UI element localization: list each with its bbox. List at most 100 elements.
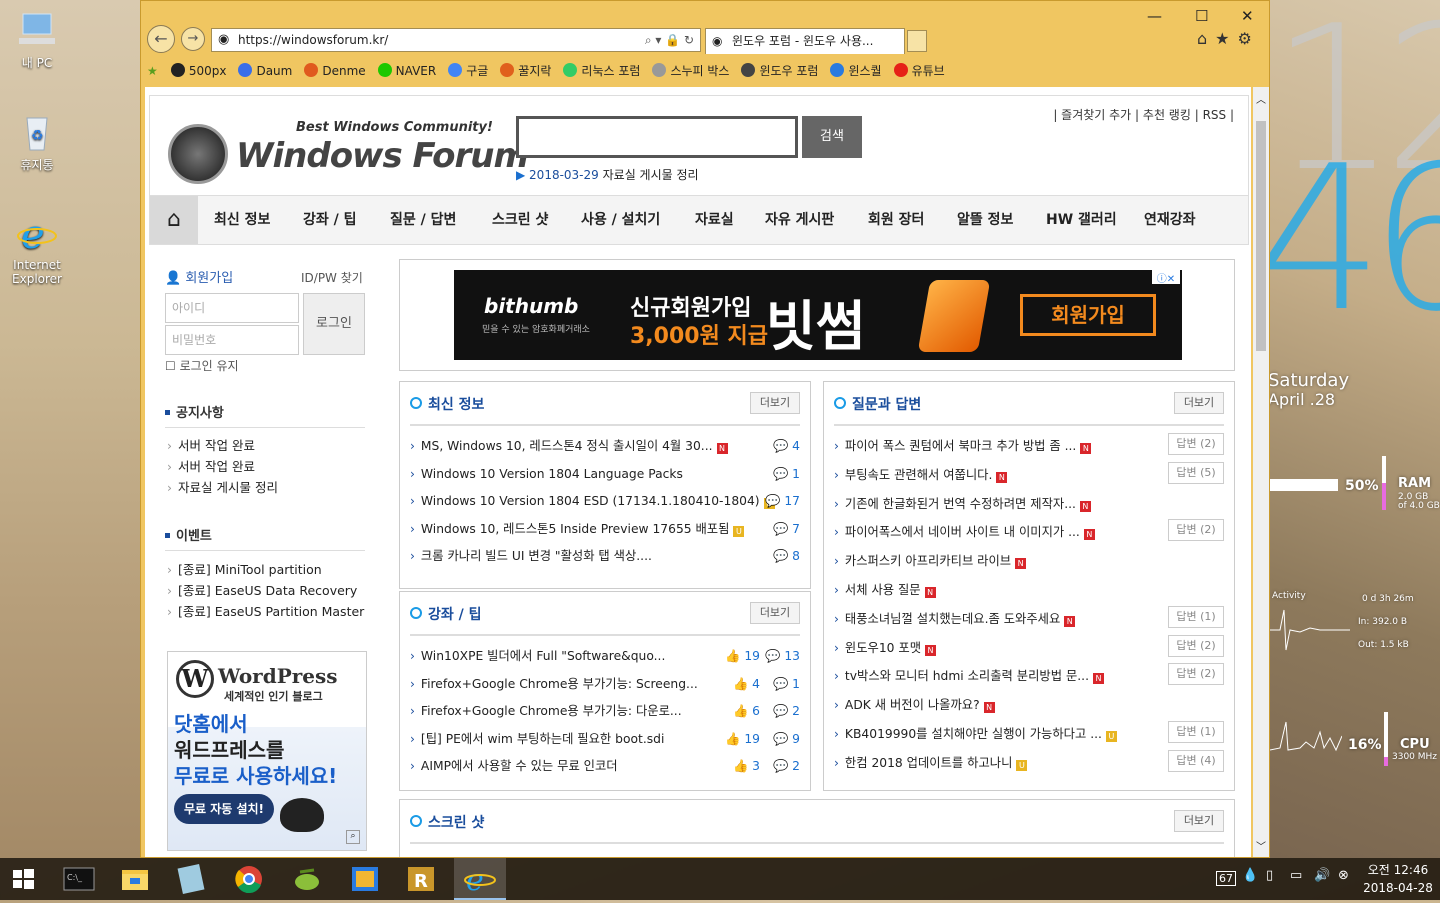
back-button[interactable]: ← [147, 25, 175, 53]
qa-row[interactable]: tv박스와 모니터 hdmi 소리출력 분리방법 문...N 답변 (2) [834, 663, 1224, 686]
vertical-scrollbar[interactable]: ︿ ﹀ [1253, 87, 1269, 857]
scroll-up-icon[interactable]: ︿ [1256, 91, 1266, 106]
bithumb-banner[interactable]: bithumb 믿을 수 있는 암호화폐거래소 신규회원가입 3,000원 지급… [454, 270, 1182, 360]
menu-deals[interactable]: 알뜰 정보 [957, 196, 1013, 244]
scroll-thumb[interactable] [1256, 121, 1266, 351]
event-item[interactable]: [종료] EaseUS Partition Master [167, 601, 364, 620]
qa-title[interactable]: 질문과 답변 [834, 394, 921, 414]
notice-item[interactable]: 서버 작업 완료 [167, 456, 255, 475]
toplink-ranking[interactable]: 추천 랭킹 [1143, 108, 1191, 122]
tray-network-icon[interactable]: ▭ [1290, 868, 1302, 883]
favorite-link[interactable]: 스누피 박스 [652, 59, 729, 83]
latest-title[interactable]: 최신 정보 [410, 394, 484, 414]
file-explorer-icon[interactable] [112, 858, 158, 900]
favorite-link[interactable]: 윈도우 포럼 [741, 59, 818, 83]
menu-free-board[interactable]: 자유 게시판 [765, 196, 834, 244]
keep-login-checkbox[interactable]: ☐ 로그인 유지 [165, 357, 239, 374]
qa-row[interactable]: 기존에 한글화된거 번역 수정하려면 제작자...N [834, 494, 1224, 514]
favorite-link[interactable]: 구글 [448, 59, 488, 83]
menu-market[interactable]: 회원 장터 [868, 196, 924, 244]
latest-row[interactable]: Windows 10, 레드스톤5 Inside Preview 17655 배… [410, 519, 800, 539]
latest-row[interactable]: MS, Windows 10, 레드스톤4 정식 출시일이 4월 30...N 💬… [410, 436, 800, 456]
taskbar-clock[interactable]: 오전 12:46 2018-04-28 [1356, 861, 1440, 897]
answer-count-badge[interactable]: 답변 (2) [1168, 634, 1224, 657]
tips-row[interactable]: Firefox+Google Chrome용 부가기능: Screeng... 👍… [410, 674, 800, 694]
login-password-input[interactable]: 비밀번호 [165, 325, 299, 355]
home-star-gear-icons[interactable]: ⌂★⚙ [1197, 29, 1260, 48]
r-app-icon[interactable]: R [398, 858, 444, 900]
toplink-bookmark[interactable]: 즐겨찾기 추가 [1061, 108, 1131, 122]
menu-latest[interactable]: 최신 정보 [214, 196, 270, 244]
favorite-link[interactable]: NAVER [377, 59, 436, 83]
forward-button[interactable]: → [181, 27, 205, 51]
login-id-input[interactable]: 아이디 [165, 293, 299, 323]
answer-count-badge[interactable]: 답변 (5) [1168, 461, 1224, 484]
answer-count-badge[interactable]: 답변 (4) [1168, 749, 1224, 772]
tips-row[interactable]: [팁] PE에서 wim 부팅하는데 필요한 boot.sdi 👍 19 💬 9 [410, 729, 800, 749]
tips-row[interactable]: AIMP에서 사용할 수 있는 무료 인코더 👍 3 💬 2 [410, 756, 800, 776]
menu-library[interactable]: 자료실 [695, 196, 734, 244]
notice-item[interactable]: 자료실 게시물 정리 [167, 477, 278, 496]
favorite-link[interactable]: 윈스퀄 [830, 59, 882, 83]
scroll-down-icon[interactable]: ﹀ [1256, 838, 1266, 853]
qa-row[interactable]: 서체 사용 질문N [834, 580, 1224, 600]
join-link[interactable]: 👤 회원가입 [165, 267, 233, 286]
tray-badge[interactable]: 67 [1216, 871, 1236, 886]
menu-screenshot[interactable]: 스크린 샷 [492, 196, 548, 244]
cmd-icon[interactable]: C:\_ [56, 858, 102, 900]
favorites-star-icon[interactable]: ★ [147, 64, 161, 78]
favorite-link[interactable]: 꿀지락 [500, 59, 551, 83]
favorite-link[interactable]: 리눅스 포럼 [563, 59, 640, 83]
tab-windows-forum[interactable]: ◉ 윈도우 포럼 - 윈도우 사용... [705, 28, 905, 54]
menu-tips[interactable]: 강좌 / 팁 [303, 196, 357, 244]
ad-zoom-icon[interactable]: ⌕ [346, 830, 360, 844]
wp-install-button[interactable]: 무료 자동 설치! [174, 794, 274, 824]
qa-row[interactable]: 파이어폭스에서 네이버 사이트 내 이미지가 ...N 답변 (2) [834, 519, 1224, 542]
image-app-icon[interactable] [342, 858, 388, 900]
site-search-button[interactable]: 검색 [802, 116, 862, 158]
qa-row[interactable]: 한컴 2018 업데이트를 하고나니U 답변 (4) [834, 749, 1224, 773]
notepad-icon[interactable] [168, 858, 214, 900]
tips-more-button[interactable]: 더보기 [750, 602, 800, 624]
answer-count-badge[interactable]: 답변 (2) [1168, 433, 1224, 455]
maximize-button[interactable]: ☐ [1195, 7, 1208, 25]
qa-row[interactable]: KB4019990를 설치해야만 실행이 가능하다고 ...U 답변 (1) [834, 721, 1224, 744]
tips-row[interactable]: Firefox+Google Chrome용 부가기능: 다운로... 👍 6 💬 … [410, 701, 800, 721]
header-notice[interactable]: ▶ 2018-03-29 자료실 게시물 정리 [516, 166, 699, 183]
qa-row[interactable]: 파이어 폭스 퀀텀에서 북마크 추가 방법 좀 ...N 답변 (2) [834, 433, 1224, 456]
latest-row[interactable]: Windows 10 Version 1804 ESD (17134.1.180… [410, 491, 800, 511]
qa-row[interactable]: 카스퍼스키 아프리카티브 라이브N [834, 551, 1224, 571]
latest-row[interactable]: Windows 10 Version 1804 Language Packs 💬 … [410, 464, 800, 484]
site-logo[interactable]: Windows Forum [236, 136, 529, 176]
answer-count-badge[interactable]: 답변 (1) [1168, 721, 1224, 743]
search-refresh-icons[interactable]: ⌕ ▾ 🔒 ↻ [645, 29, 694, 51]
home-icon[interactable]: ⌂ [150, 196, 198, 244]
qa-row[interactable]: 윈도우10 포맷N 답변 (2) [834, 634, 1224, 658]
latest-more-button[interactable]: 더보기 [750, 392, 800, 414]
tray-volume-icon[interactable]: 🔊 [1314, 868, 1330, 883]
site-search-input[interactable] [516, 116, 798, 158]
desktop-icon-recycle-bin[interactable]: ♻ 휴지통 [8, 112, 66, 173]
screens-title[interactable]: 스크린 샷 [410, 812, 484, 832]
new-tab-button[interactable] [907, 30, 927, 52]
menu-qa[interactable]: 질문 / 답변 [390, 196, 456, 244]
find-idpw-link[interactable]: ID/PW 찾기 [301, 269, 363, 286]
latest-row[interactable]: 크롬 카나리 빌드 UI 변경 "활성화 탭 색상.... 💬 8 [410, 546, 800, 566]
tray-drop-icon[interactable]: 💧 [1242, 868, 1258, 883]
tips-title[interactable]: 강좌 / 팁 [410, 604, 482, 624]
chrome-icon[interactable] [226, 858, 272, 900]
internet-explorer-taskbar-icon[interactable]: e [454, 858, 506, 900]
wordpress-ad[interactable]: W WordPress 세계적인 인기 블로그 닷홈에서 워드프레스를 무료로 … [167, 651, 367, 851]
minimize-button[interactable]: — [1147, 7, 1162, 25]
notice-item[interactable]: 서버 작업 완료 [167, 435, 255, 454]
start-button[interactable] [0, 858, 46, 900]
answer-count-badge[interactable]: 답변 (1) [1168, 605, 1224, 628]
login-button[interactable]: 로그인 [303, 293, 365, 355]
qa-row[interactable]: 부팅속도 관련해서 여쭙니다.N 답변 (5) [834, 461, 1224, 485]
tray-usb-icon[interactable]: ▯ [1266, 868, 1273, 883]
tray-close-icon[interactable]: ⊗ [1338, 868, 1349, 883]
menu-review[interactable]: 사용 / 설치기 [581, 196, 660, 244]
toplink-rss[interactable]: RSS [1203, 108, 1227, 122]
close-button[interactable]: ✕ [1241, 7, 1254, 25]
answer-count-badge[interactable]: 답변 (2) [1168, 519, 1224, 542]
